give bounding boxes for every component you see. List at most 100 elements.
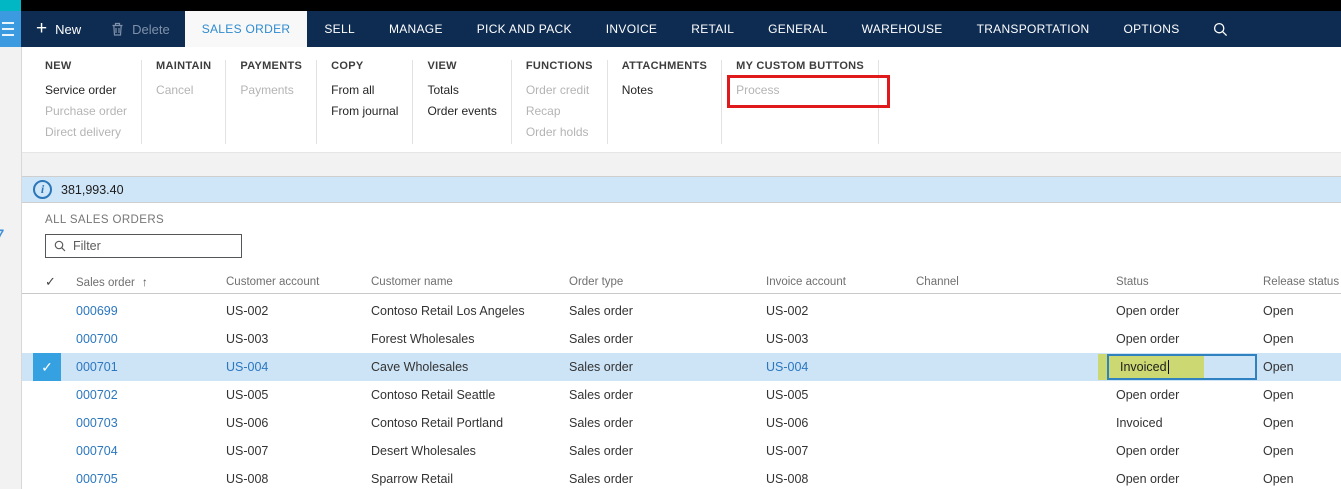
ribbon-item-order-holds[interactable]: Order holds (526, 125, 593, 140)
filter-search-icon (54, 240, 66, 252)
select-all-checkmark-icon[interactable]: ✓ (22, 274, 76, 290)
order-type-cell: Sales order (569, 332, 633, 346)
filter-input[interactable] (73, 239, 233, 253)
ribbon-item-process[interactable]: Process (727, 75, 891, 108)
status-cell: Open order Open order (1116, 381, 1263, 409)
customer-name-cell: Contoso Retail Portland (371, 416, 504, 430)
invoice-account-cell: US-006 (766, 416, 809, 430)
status-cell: Open order Open order (1116, 325, 1263, 353)
row-selected-checkmark-icon: ✓ (33, 353, 61, 381)
search-button[interactable] (1197, 11, 1244, 47)
row-select-cell[interactable]: ✓ (22, 437, 76, 465)
sales-order-link[interactable]: 000703 (76, 416, 226, 430)
order-type-cell: Sales order (569, 360, 633, 374)
sales-order-link[interactable]: 000701 (76, 360, 226, 374)
ribbon-group-my-custom-buttons: MY CUSTOM BUTTONS Process (722, 60, 891, 144)
tab-general[interactable]: GENERAL (751, 11, 844, 47)
release-status-cell: Open (1263, 388, 1294, 402)
top-strip (0, 0, 1341, 11)
ribbon-gap (22, 152, 1341, 176)
column-header-invoice-account[interactable]: Invoice account (766, 276, 916, 288)
ribbon-item-from-all[interactable]: From all (331, 83, 398, 98)
customer-name-cell: Forest Wholesales (371, 332, 475, 346)
column-header-channel[interactable]: Channel (916, 276, 1116, 288)
table-row[interactable]: ✓ 000699 US-002 Contoso Retail Los Angel… (22, 297, 1341, 325)
column-header-customer-name[interactable]: Customer name (371, 276, 569, 288)
ribbon-item-purchase-order[interactable]: Purchase order (45, 104, 127, 119)
release-status-cell: Open (1263, 444, 1294, 458)
row-select-cell[interactable]: ✓ (22, 353, 76, 381)
status-edit-input[interactable]: Invoiced (1107, 354, 1257, 380)
tab-sales-order[interactable]: SALES ORDER (184, 11, 308, 47)
ribbon-item-totals[interactable]: Totals (427, 83, 496, 98)
row-select-cell[interactable]: ✓ (22, 297, 76, 325)
ribbon-item-notes[interactable]: Notes (622, 83, 707, 98)
ribbon-group-header: NEW (45, 60, 72, 72)
release-status-cell: Open (1263, 472, 1294, 486)
ribbon-item-order-events[interactable]: Order events (427, 104, 496, 119)
invoice-account-cell: US-004 (766, 360, 809, 374)
row-select-cell[interactable]: ✓ (22, 381, 76, 409)
ribbon-item-from-journal[interactable]: From journal (331, 104, 398, 119)
hamburger-menu-icon[interactable] (0, 11, 21, 47)
table-row[interactable]: ✓ 000702 US-005 Contoso Retail Seattle S… (22, 381, 1341, 409)
tab-manage[interactable]: MANAGE (372, 11, 460, 47)
sales-order-link[interactable]: 000699 (76, 304, 226, 318)
search-icon (1213, 22, 1228, 37)
clipped-edge-glyph: 7 (0, 226, 5, 250)
row-select-cell[interactable]: ✓ (22, 465, 76, 489)
tab-sell[interactable]: SELL (307, 11, 372, 47)
command-bar: + New Delete SALES ORDER SELL MANAGE PICK … (0, 11, 1341, 47)
sort-ascending-icon: ↑ (141, 275, 148, 289)
row-select-cell[interactable]: ✓ (22, 325, 76, 353)
list-page: ALL SALES ORDERS ✓ Sales order↑Customer … (22, 203, 1341, 489)
column-header-status[interactable]: Status (1116, 276, 1263, 288)
sales-order-link[interactable]: 000705 (76, 472, 226, 486)
row-select-cell[interactable]: ✓ (22, 409, 76, 437)
column-header-sales-order[interactable]: Sales order ↑ (76, 275, 226, 289)
teal-corner-block (0, 0, 21, 11)
sales-order-link[interactable]: 000700 (76, 332, 226, 346)
trash-icon (111, 22, 124, 36)
ribbon-item-cancel[interactable]: Cancel (156, 83, 211, 98)
delete-button[interactable]: Delete (96, 11, 185, 47)
sales-order-link[interactable]: 000702 (76, 388, 226, 402)
status-cell: Invoiced Invoiced (1116, 409, 1263, 437)
tab-warehouse[interactable]: WAREHOUSE (845, 11, 960, 47)
tab-transportation[interactable]: TRANSPORTATION (960, 11, 1107, 47)
message-bar[interactable]: i 381,993.40 (22, 176, 1341, 203)
plus-icon: + (36, 17, 48, 39)
status-value: Open order (1116, 332, 1180, 346)
release-status-cell: Open (1263, 304, 1294, 318)
tab-pick-and-pack[interactable]: PICK AND PACK (460, 11, 589, 47)
ribbon-group-header: MAINTAIN (156, 60, 212, 72)
table-row[interactable]: ✓ 000704 US-007 Desert Wholesales Sales … (22, 437, 1341, 465)
table-row[interactable]: ✓ 000703 US-006 Contoso Retail Portland … (22, 409, 1341, 437)
invoice-account-cell: US-002 (766, 304, 809, 318)
column-header-order-type[interactable]: Order type (569, 276, 766, 288)
status-cell: Open order Open order (1116, 297, 1263, 325)
customer-name-cell: Sparrow Retail (371, 472, 453, 486)
ribbon-item-service-order[interactable]: Service order (45, 83, 127, 98)
table-row[interactable]: ✓ 000705 US-008 Sparrow Retail Sales ord… (22, 465, 1341, 489)
column-header-customer-account[interactable]: Customer account (226, 276, 371, 288)
table-row[interactable]: ✓ 000700 US-003 Forest Wholesales Sales … (22, 325, 1341, 353)
ribbon-item-recap[interactable]: Recap (526, 104, 593, 119)
ribbon-item-payments[interactable]: Payments (240, 83, 302, 98)
ribbon-group-view: VIEW Totals Order events (413, 60, 512, 144)
info-icon: i (33, 180, 52, 199)
nav-tabs: SALES ORDER SELL MANAGE PICK AND PACK INVOI… (184, 11, 1197, 47)
sales-order-link[interactable]: 000704 (76, 444, 226, 458)
tab-invoice[interactable]: INVOICE (589, 11, 674, 47)
column-header-release-status[interactable]: Release status (1263, 276, 1341, 288)
table-row[interactable]: ✓ 000701 US-004 Cave Wholesales Sales or… (22, 353, 1341, 381)
ribbon-item-order-credit[interactable]: Order credit (526, 83, 593, 98)
tab-options[interactable]: OPTIONS (1106, 11, 1196, 47)
ribbon-item-direct-delivery[interactable]: Direct delivery (45, 125, 127, 140)
invoice-account-cell: US-008 (766, 472, 809, 486)
customer-account-cell: US-007 (226, 444, 269, 458)
new-button[interactable]: + New (21, 11, 96, 47)
customer-account-cell: US-005 (226, 388, 269, 402)
ribbon-group-header: ATTACHMENTS (621, 60, 708, 72)
tab-retail[interactable]: RETAIL (674, 11, 751, 47)
